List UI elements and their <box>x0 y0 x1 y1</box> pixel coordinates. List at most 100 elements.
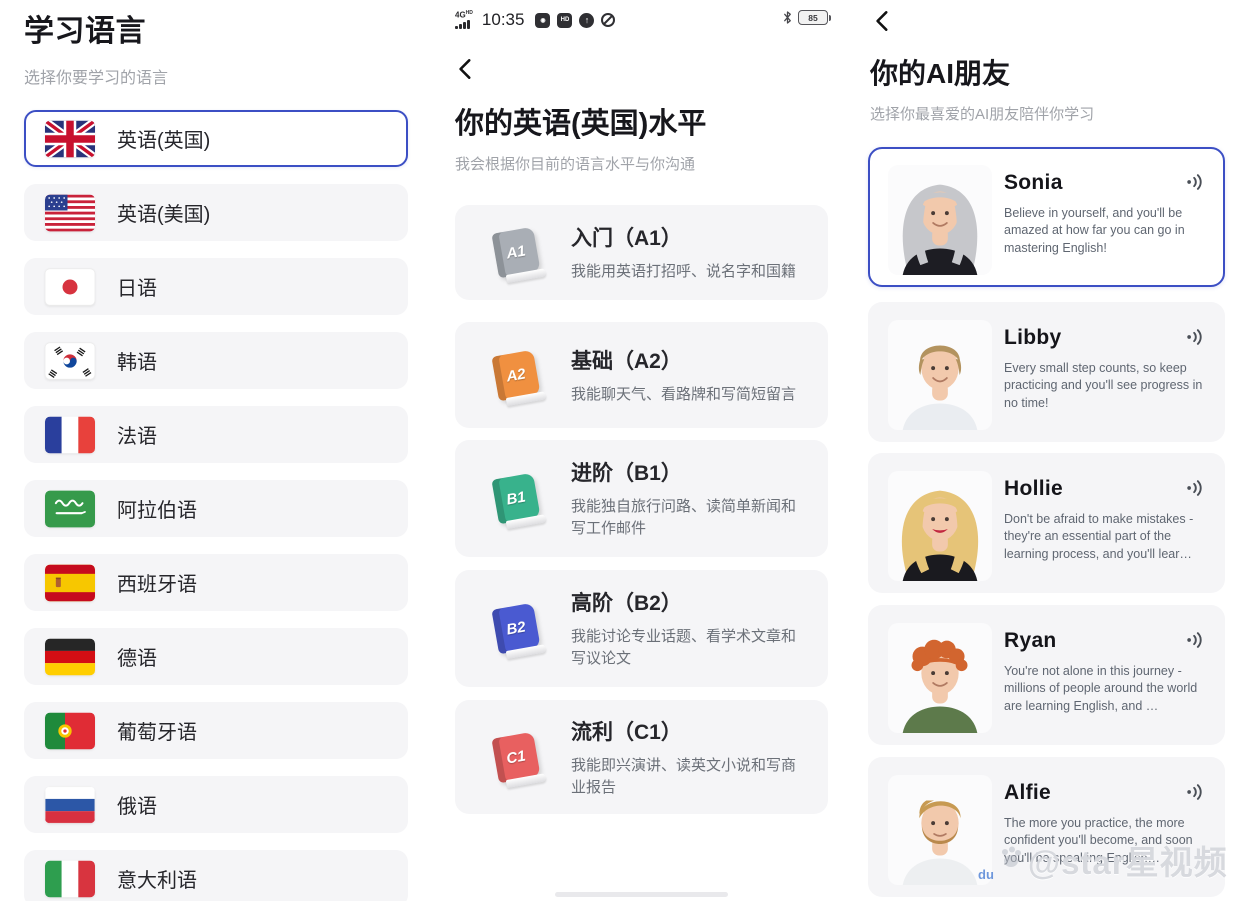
level-desc: 我能聊天气、看路牌和写简短留言 <box>571 385 797 403</box>
voice-preview-icon[interactable] <box>1185 781 1207 803</box>
avatar-alfie <box>888 775 992 885</box>
friend-quote: Every small step counts, so keep practic… <box>1004 361 1203 410</box>
language-label: 韩语 <box>117 352 157 374</box>
language-item-japanese[interactable]: 日语 <box>24 258 408 315</box>
flag-de-icon <box>45 638 95 676</box>
page-title: 你的AI朋友 <box>870 58 1011 89</box>
language-item-spanish[interactable]: 西班牙语 <box>24 554 408 611</box>
avatar-sonia <box>888 165 992 275</box>
level-desc: 我能用英语打招呼、说名字和国籍 <box>571 263 797 281</box>
language-item-english-uk[interactable]: 英语(英国) <box>24 110 408 167</box>
language-label: 英语(美国) <box>117 204 211 226</box>
avatar-hollie <box>888 471 992 581</box>
language-item-korean[interactable]: 韩语 <box>24 332 408 389</box>
clock-time: 10:35 <box>481 10 525 29</box>
language-list: 英语(英国) 英语(美国) 日语 韩语 法语 阿拉伯语 西班牙语 德语 葡萄牙语… <box>24 110 408 901</box>
friend-quote: Don't be afraid to make mistakes - they'… <box>1004 512 1194 561</box>
friend-card-alfie[interactable]: Alfie The more you practice, the more co… <box>868 757 1225 897</box>
signal-bars-icon <box>455 20 470 30</box>
language-label: 西班牙语 <box>117 574 197 596</box>
book-a1-icon: A1 <box>487 226 545 279</box>
friend-quote: You're not alone in this journey - milli… <box>1004 664 1198 713</box>
level-card-a2[interactable]: A2 基础（A2） 我能聊天气、看路牌和写简短留言 <box>455 322 828 428</box>
language-item-arabic[interactable]: 阿拉伯语 <box>24 480 408 537</box>
book-a2-icon: A2 <box>487 349 545 401</box>
page-subtitle: 我会根据你目前的语言水平与你沟通 <box>455 156 696 173</box>
page-title: 学习语言 <box>24 15 146 48</box>
level-desc: 我能讨论专业话题、看学术文章和写议论文 <box>571 628 797 667</box>
language-item-english-us[interactable]: 英语(美国) <box>24 184 408 241</box>
status-bar: 4GHD 10:35 ◉ HD ↑ 85 <box>455 10 831 30</box>
voice-preview-icon[interactable] <box>1185 171 1207 193</box>
flag-pt-icon <box>45 712 95 750</box>
friend-name: Ryan <box>1004 629 1057 652</box>
flag-us-icon <box>45 194 95 232</box>
level-desc: 我能独自旅行问路、读简单新闻和写工作邮件 <box>571 498 797 537</box>
page-subtitle: 选择你要学习的语言 <box>24 70 169 87</box>
flag-uk-icon <box>45 120 95 158</box>
level-title: 进阶（B1） <box>571 462 682 486</box>
level-desc: 我能即兴演讲、读英文小说和写商业报告 <box>571 756 797 796</box>
book-b2-icon: B2 <box>487 602 545 655</box>
flag-jp-icon <box>45 267 95 306</box>
book-b1-icon: B1 <box>487 472 545 525</box>
screenshot-collage: 学习语言 选择你要学习的语言 英语(英国) 英语(美国) 日语 韩语 法语 阿拉… <box>0 0 1242 901</box>
avatar-ryan <box>888 623 992 733</box>
level-select-screen: 4GHD 10:35 ◉ HD ↑ 85 你的英语(英国)水平 我会根据你目前的… <box>453 0 831 901</box>
friend-quote: The more you practice, the more confiden… <box>1004 816 1193 865</box>
voice-preview-icon[interactable] <box>1185 326 1207 348</box>
friend-name: Libby <box>1004 326 1062 349</box>
friend-card-hollie[interactable]: Hollie Don't be afraid to make mistakes … <box>868 453 1225 593</box>
language-label: 俄语 <box>117 796 157 818</box>
language-label: 英语(英国) <box>117 130 211 152</box>
level-title: 流利（C1） <box>571 720 682 744</box>
battery-icon: 85 <box>798 10 831 25</box>
avatar-libby <box>888 320 992 430</box>
flag-fr-icon <box>45 416 95 454</box>
language-select-screen: 学习语言 选择你要学习的语言 英语(英国) 英语(美国) 日语 韩语 法语 阿拉… <box>24 0 408 901</box>
page-subtitle: 选择你最喜爱的AI朋友陪伴你学习 <box>870 106 1095 123</box>
language-label: 葡萄牙语 <box>117 722 197 744</box>
level-title: 高阶（B2） <box>571 592 682 616</box>
level-card-a1[interactable]: A1 入门（A1） 我能用英语打招呼、说名字和国籍 <box>455 205 828 300</box>
friend-name: Sonia <box>1004 171 1063 194</box>
flag-it-icon <box>45 860 95 898</box>
level-title: 基础（A2） <box>571 349 682 373</box>
book-c1-icon: C1 <box>487 731 545 783</box>
friend-name: Hollie <box>1004 477 1063 500</box>
page-title: 你的英语(英国)水平 <box>455 108 707 140</box>
level-card-b1[interactable]: B1 进阶（B1） 我能独自旅行问路、读简单新闻和写工作邮件 <box>455 440 828 557</box>
friend-name: Alfie <box>1004 781 1052 804</box>
voice-preview-icon[interactable] <box>1185 629 1207 651</box>
language-label: 法语 <box>117 426 157 448</box>
language-label: 日语 <box>117 278 157 300</box>
flag-kr-icon <box>45 341 95 380</box>
back-button[interactable] <box>453 56 479 82</box>
upload-circle-icon: ↑ <box>579 12 595 28</box>
language-item-russian[interactable]: 俄语 <box>24 776 408 833</box>
language-label: 阿拉伯语 <box>117 500 197 522</box>
voice-preview-icon[interactable] <box>1185 477 1207 499</box>
network-indicator: 4GHD <box>455 10 473 30</box>
flag-sa-icon <box>45 490 95 528</box>
home-indicator <box>555 892 728 897</box>
language-label: 意大利语 <box>117 870 197 892</box>
friend-card-ryan[interactable]: Ryan You're not alone in this journey - … <box>868 605 1225 745</box>
dnd-ring-icon <box>601 13 616 27</box>
friend-card-libby[interactable]: Libby Every small step counts, so keep p… <box>868 302 1225 442</box>
language-item-portuguese[interactable]: 葡萄牙语 <box>24 702 408 759</box>
language-label: 德语 <box>117 648 157 670</box>
vohd-badge-icon: HD <box>557 12 573 28</box>
flag-es-icon <box>45 564 95 602</box>
level-card-b2[interactable]: B2 高阶（B2） 我能讨论专业话题、看学术文章和写议论文 <box>455 570 828 687</box>
friend-quote: Believe in yourself, and you'll be amaze… <box>1004 206 1185 255</box>
friend-card-sonia[interactable]: Sonia Believe in yourself, and you'll be… <box>868 147 1225 287</box>
language-item-italian[interactable]: 意大利语 <box>24 850 408 901</box>
back-button[interactable] <box>870 8 896 34</box>
hd-badge-icon: ◉ <box>535 12 551 28</box>
flag-ru-icon <box>45 786 95 824</box>
level-title: 入门（A1） <box>571 227 682 251</box>
language-item-french[interactable]: 法语 <box>24 406 408 463</box>
language-item-german[interactable]: 德语 <box>24 628 408 685</box>
level-card-c1[interactable]: C1 流利（C1） 我能即兴演讲、读英文小说和写商业报告 <box>455 700 828 814</box>
